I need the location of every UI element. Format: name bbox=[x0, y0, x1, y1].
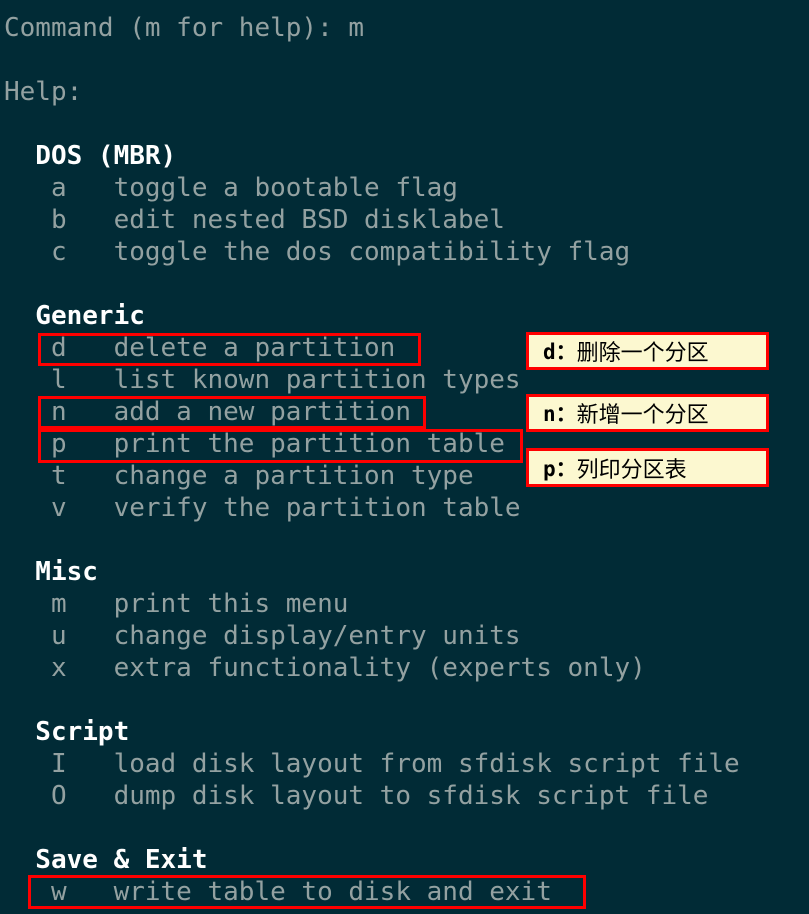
callout-text: 删除一个分区 bbox=[576, 341, 709, 366]
callout-key: n： bbox=[543, 402, 577, 426]
terminal-section-heading: DOS (MBR) bbox=[4, 141, 177, 171]
terminal-line: Command (m for help): m bbox=[4, 13, 365, 43]
callout-key: d： bbox=[543, 340, 577, 364]
callout-key: p： bbox=[543, 456, 577, 481]
terminal-line: c toggle the dos compatibility flag bbox=[4, 237, 631, 267]
terminal-line: l list known partition types bbox=[4, 365, 521, 395]
callout-p: p： 列印分区表 bbox=[526, 448, 769, 487]
terminal-screen: Command (m for help): m Help: DOS (MBR) a… bbox=[0, 0, 809, 914]
terminal-line: w write table to disk and exit bbox=[4, 877, 552, 907]
terminal-line: v verify the partition table bbox=[4, 493, 521, 523]
terminal-line: Help: bbox=[4, 77, 83, 107]
terminal-line: m print this menu bbox=[4, 589, 349, 619]
terminal-section-heading: Save & Exit bbox=[4, 845, 208, 875]
terminal-line: I load disk layout from sfdisk script fi… bbox=[4, 749, 740, 779]
callout-text: 列印分区表 bbox=[576, 457, 687, 483]
terminal-line: a toggle a bootable flag bbox=[4, 173, 458, 203]
terminal-line: u change display/entry units bbox=[4, 621, 521, 651]
terminal-line: O dump disk layout to sfdisk script file bbox=[4, 781, 709, 811]
terminal-line: t change a partition type bbox=[4, 461, 474, 491]
terminal-section-heading: Misc bbox=[4, 557, 98, 587]
callout-text: 新增一个分区 bbox=[576, 403, 709, 428]
terminal-line: d delete a partition bbox=[4, 333, 396, 363]
callout-n: n： 新增一个分区 bbox=[526, 394, 769, 432]
terminal-line: x extra functionality (experts only) bbox=[4, 653, 646, 683]
terminal-line: n add a new partition bbox=[4, 397, 411, 427]
callout-d: d： 删除一个分区 bbox=[526, 332, 769, 370]
terminal-section-heading: Script bbox=[4, 717, 130, 747]
terminal-line: p print the partition table bbox=[4, 429, 505, 459]
terminal-line: b edit nested BSD disklabel bbox=[4, 205, 505, 235]
terminal-section-heading: Generic bbox=[4, 301, 145, 331]
